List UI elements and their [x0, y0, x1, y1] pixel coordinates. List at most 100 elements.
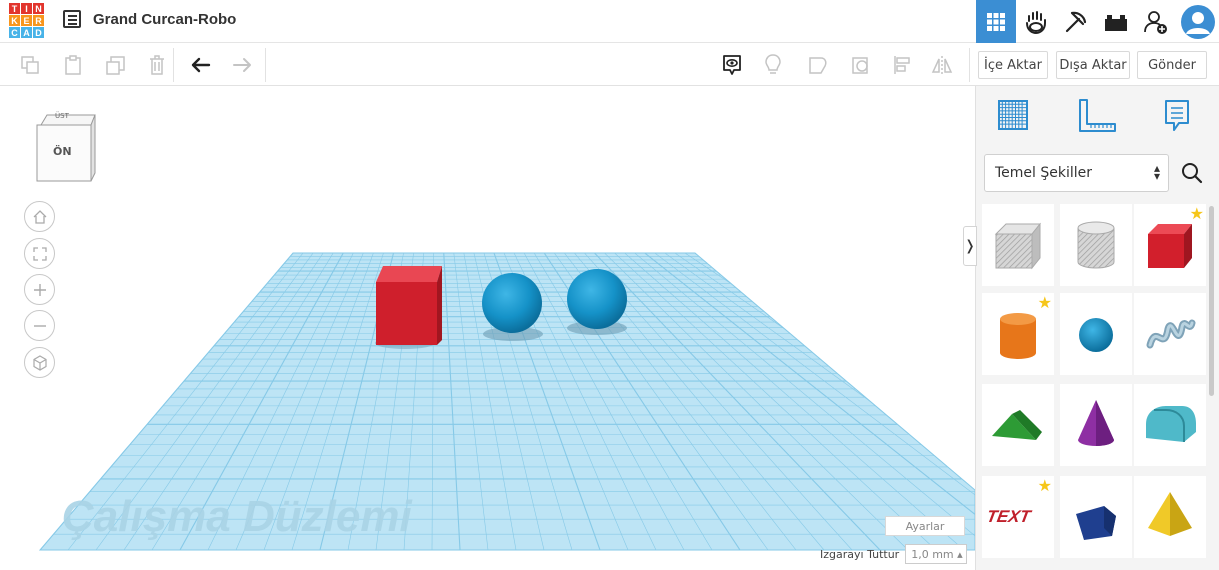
ruler-icon[interactable]	[1077, 98, 1117, 134]
toolbar-divider	[265, 48, 266, 82]
cube-perspective-icon	[32, 354, 47, 371]
red-box[interactable]	[376, 266, 442, 345]
logo-letter: I	[21, 3, 32, 14]
snap-grid-label: Izgarayı Tuttur	[820, 547, 900, 561]
logo-letter: N	[33, 3, 44, 14]
ungroup-icon[interactable]	[849, 53, 873, 77]
logo-letter: K	[9, 15, 20, 26]
box-hole-shape-icon	[994, 222, 1042, 270]
add-user-icon[interactable]	[1136, 0, 1176, 43]
snap-grid-select[interactable]: 1,0 mm ▴	[905, 544, 968, 564]
toolbar-divider	[173, 48, 174, 82]
design-title[interactable]: Grand Curcan-Robo	[93, 11, 236, 28]
zoom-out-button[interactable]	[24, 310, 55, 341]
shape-tile-text[interactable]: TEXT ★	[982, 476, 1054, 558]
pyramid-shape-icon	[1148, 492, 1192, 536]
logo-letter: A	[21, 27, 32, 38]
grid-view-icon[interactable]	[976, 0, 1016, 43]
shape-tile-box-hole[interactable]	[982, 204, 1054, 286]
copy-icon[interactable]	[18, 53, 42, 77]
settings-button[interactable]: Ayarlar	[885, 516, 965, 536]
lightbulb-icon[interactable]	[761, 53, 785, 77]
zoom-in-button[interactable]	[24, 274, 55, 305]
workplane-viewport[interactable]: Çalışma Düzlemi ÜST ÖN Ayarlar Izgarayı …	[0, 86, 975, 570]
home-icon	[33, 209, 46, 224]
shape-tile-cylinder-hole[interactable]	[1060, 204, 1132, 286]
group-icon[interactable]	[806, 53, 830, 77]
favorite-star-icon: ★	[1037, 293, 1052, 312]
paste-icon[interactable]	[61, 53, 85, 77]
shapes-scrollbar[interactable]	[1209, 206, 1214, 396]
shape-category-select[interactable]: Temel Şekiller ▴ ▾	[984, 154, 1169, 192]
workplane-grid-icon[interactable]	[996, 98, 1030, 134]
favorite-star-icon: ★	[1189, 204, 1204, 223]
cone-shape-icon	[1078, 400, 1114, 446]
tinkercad-logo[interactable]: TIN KER CAD	[9, 3, 45, 39]
logo-letter: R	[33, 15, 44, 26]
round-roof-shape-icon	[1146, 406, 1196, 442]
undo-icon[interactable]	[189, 53, 213, 77]
logo-letter: D	[33, 27, 44, 38]
workplane-watermark: Çalışma Düzlemi	[62, 492, 412, 541]
shape-tile-round-roof[interactable]	[1134, 384, 1206, 466]
snap-grid-control: Izgarayı Tuttur 1,0 mm ▴	[820, 544, 968, 564]
shape-tile-sphere[interactable]	[1060, 293, 1132, 375]
blue-sphere[interactable]	[482, 273, 542, 333]
logo-letter: T	[9, 3, 20, 14]
workplane-canvas[interactable]: Çalışma Düzlemi	[0, 86, 975, 570]
export-button[interactable]: Dışa Aktar	[1056, 51, 1130, 79]
shape-tile-pyramid[interactable]	[1134, 476, 1206, 558]
align-icon[interactable]	[890, 53, 914, 77]
cylinder-hole-shape-icon	[1077, 221, 1115, 269]
import-button[interactable]: İçe Aktar	[978, 51, 1048, 79]
notes-icon[interactable]	[1162, 98, 1196, 134]
duplicate-icon[interactable]	[104, 53, 128, 77]
view-cube[interactable]: ÜST ÖN	[35, 112, 97, 188]
design-list-icon[interactable]	[63, 10, 81, 28]
shape-tile-cone[interactable]	[1060, 384, 1132, 466]
bricks-icon[interactable]	[1096, 0, 1136, 43]
fit-view-button[interactable]	[24, 238, 55, 269]
blue-sphere[interactable]	[567, 269, 627, 329]
polygon-shape-icon	[1076, 506, 1116, 540]
toolbar-divider	[969, 48, 970, 82]
select-arrows-icon: ▴ ▾	[1153, 161, 1160, 183]
pickaxe-icon[interactable]	[1056, 0, 1096, 43]
home-view-button[interactable]	[24, 201, 55, 232]
shape-tile-scribble[interactable]	[1134, 293, 1206, 375]
favorite-star-icon: ★	[1037, 476, 1052, 495]
shapes-grid: ★ ★ TEXT ★	[982, 204, 1206, 570]
shape-tile-roof[interactable]	[982, 384, 1054, 466]
shapes-panel: Temel Şekiller ▴ ▾ ★ ★ TEXT ★	[975, 86, 1219, 570]
plus-icon	[33, 283, 46, 296]
shape-category-value: Temel Şekiller	[995, 165, 1093, 181]
send-button[interactable]: Gönder	[1137, 51, 1207, 79]
shape-tile-cylinder[interactable]: ★	[982, 293, 1054, 375]
sphere-shape-icon	[1079, 318, 1113, 352]
notes-eye-icon[interactable]	[720, 53, 744, 77]
trash-icon[interactable]	[145, 53, 169, 77]
edit-toolbar: İçe Aktar Dışa Aktar Gönder	[0, 44, 1219, 86]
svg-text:TEXT: TEXT	[985, 506, 1033, 526]
view-cube-top[interactable]: ÜST	[55, 112, 69, 120]
perspective-button[interactable]	[24, 347, 55, 378]
shape-search-button[interactable]	[1176, 156, 1208, 190]
tinker-hand-icon[interactable]	[1016, 0, 1056, 43]
user-avatar-icon[interactable]	[1176, 0, 1219, 43]
redo-icon[interactable]	[230, 53, 254, 77]
scribble-shape-icon	[1146, 319, 1196, 349]
shape-tile-polygon[interactable]	[1060, 476, 1132, 558]
shape-tile-box[interactable]: ★	[1134, 204, 1206, 286]
view-cube-front[interactable]: ÖN	[53, 145, 72, 158]
chevron-right-icon: ❭	[964, 238, 976, 254]
fit-icon	[32, 246, 47, 261]
logo-letter: C	[9, 27, 20, 38]
top-right-icons	[976, 0, 1219, 43]
roof-shape-icon	[992, 410, 1042, 440]
tinkercad-app: TIN KER CAD Grand Curcan-Robo İçe Aktar Dı…	[0, 0, 1219, 570]
logo-letter: E	[21, 15, 32, 26]
mirror-icon[interactable]	[930, 53, 954, 77]
minus-icon	[33, 324, 46, 327]
top-bar: TIN KER CAD Grand Curcan-Robo	[0, 0, 1219, 43]
panel-collapse-tab[interactable]: ❭	[963, 226, 977, 266]
